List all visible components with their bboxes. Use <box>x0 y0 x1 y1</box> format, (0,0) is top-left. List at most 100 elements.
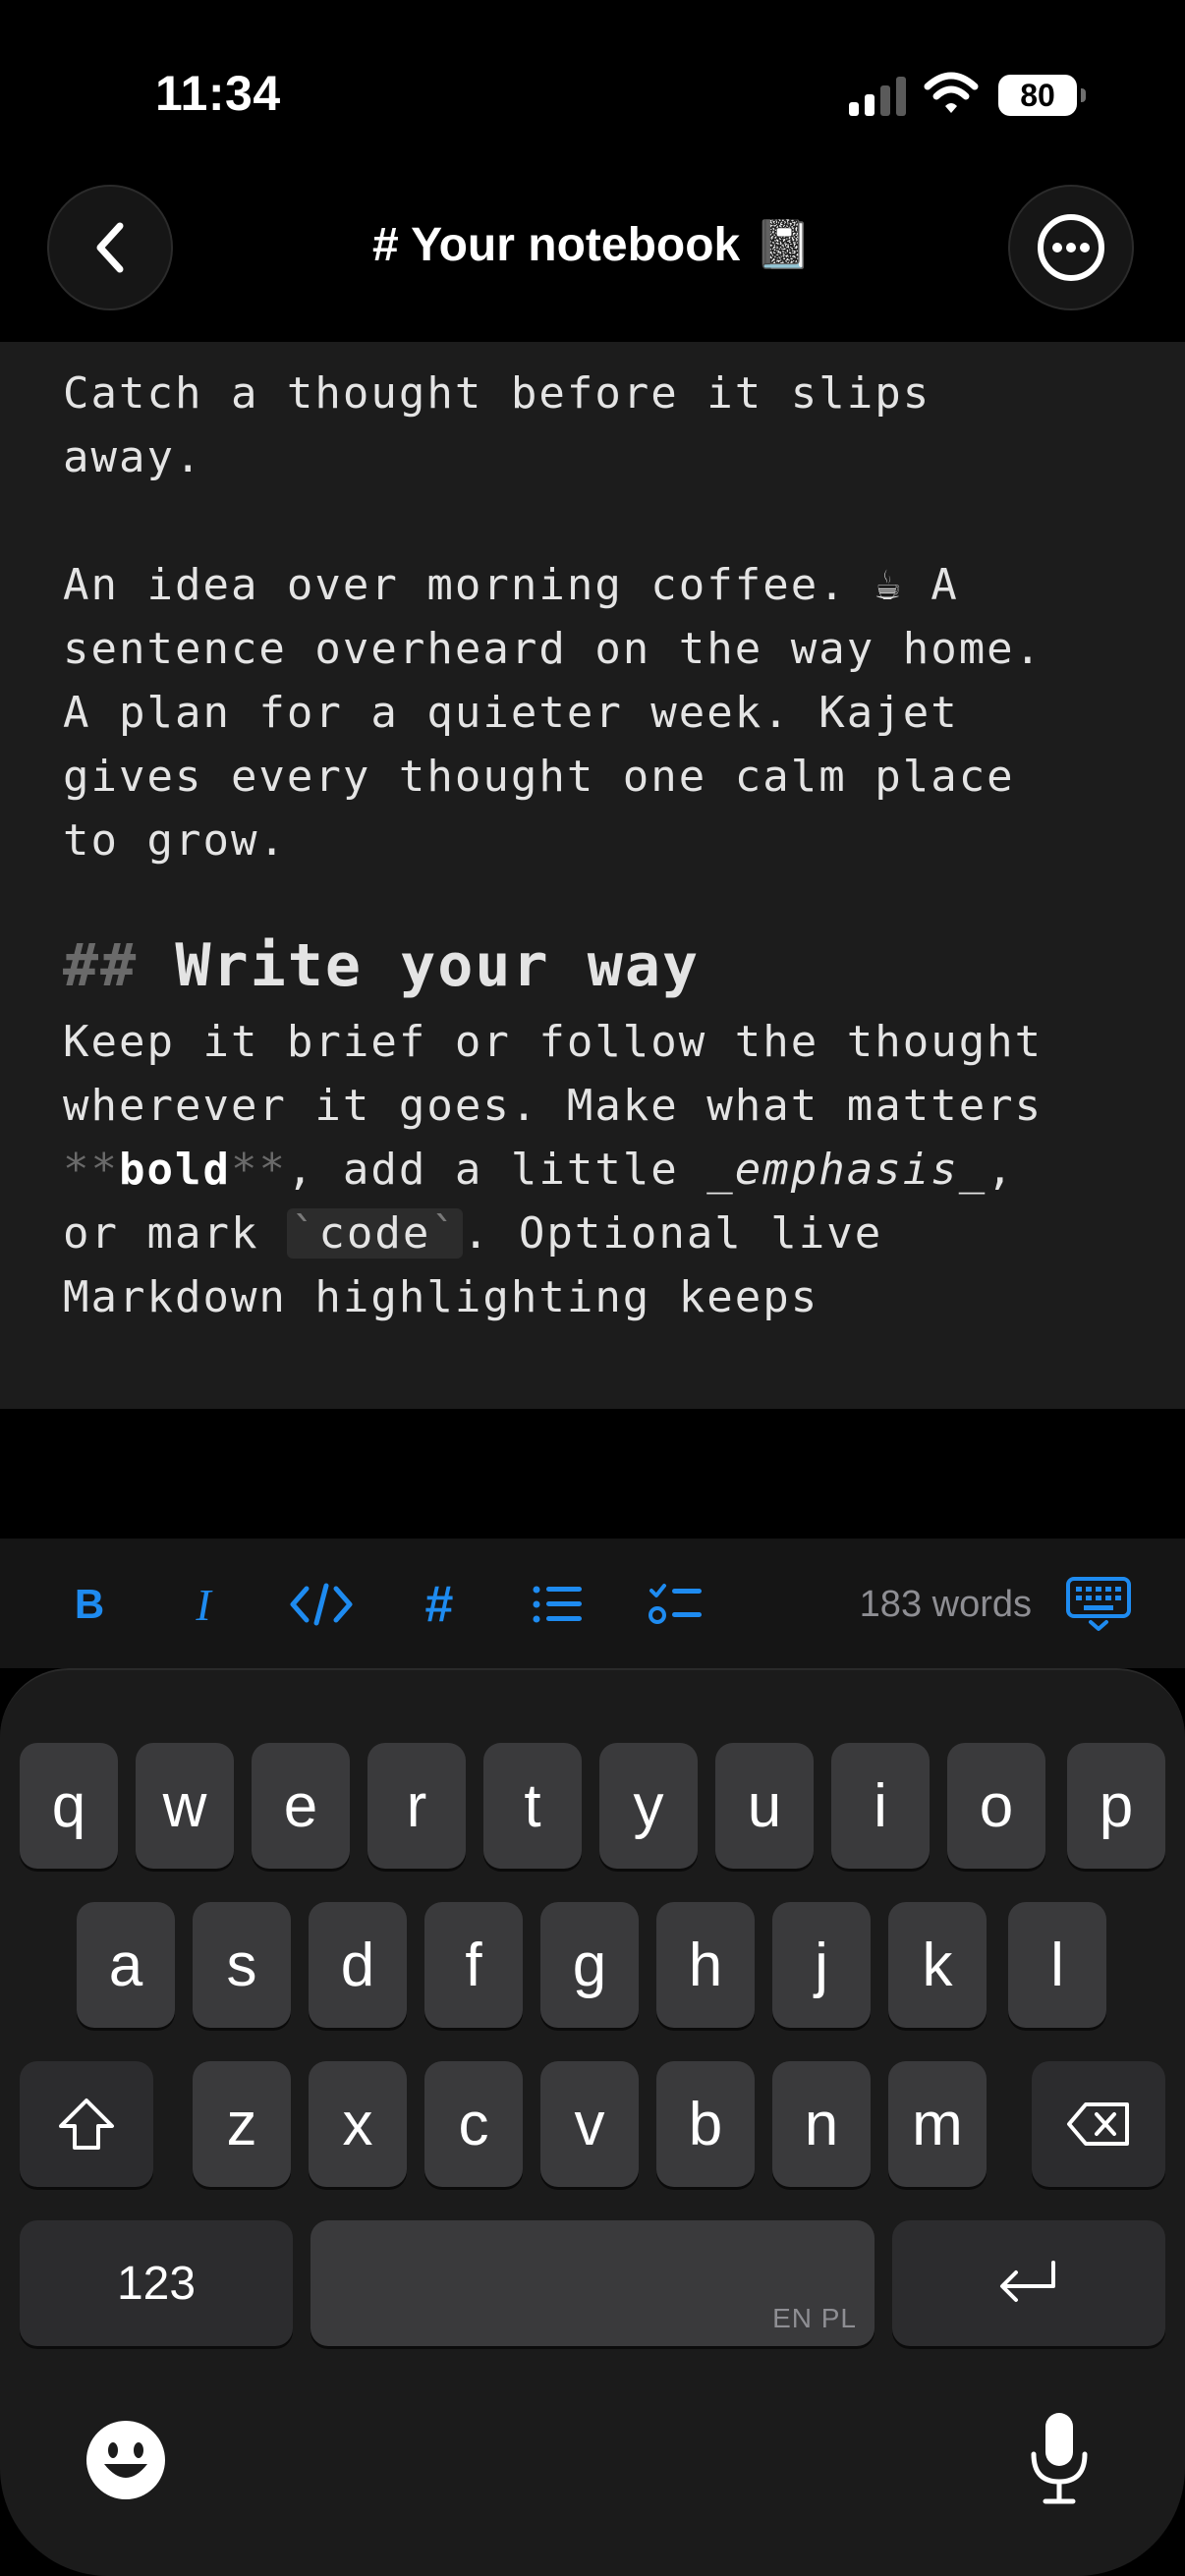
language-label: EN PL <box>772 2303 857 2333</box>
text-line: An idea over morning coffee. ☕ A <box>63 560 959 610</box>
back-button[interactable] <box>47 185 173 310</box>
code-icon <box>290 1583 353 1626</box>
bold-button[interactable]: B <box>55 1570 124 1639</box>
key-h[interactable]: h <box>656 1902 755 2028</box>
delete-key[interactable] <box>1032 2061 1165 2187</box>
key-y[interactable]: y <box>599 1743 698 1869</box>
return-key[interactable] <box>892 2220 1165 2346</box>
chevron-left-icon <box>96 222 124 273</box>
shift-key[interactable] <box>20 2061 153 2187</box>
bold-marker: ** <box>63 1145 119 1195</box>
italic-button[interactable]: I <box>169 1570 238 1639</box>
key-z[interactable]: z <box>193 2061 291 2187</box>
key-m[interactable]: m <box>888 2061 987 2187</box>
nav-header: # Your notebook 📓 <box>0 177 1185 342</box>
key-e[interactable]: e <box>252 1743 350 1869</box>
text-line: Markdown highlighting keeps <box>63 1272 819 1322</box>
battery-level: 80 <box>1020 77 1055 113</box>
key-d[interactable]: d <box>309 1902 407 2028</box>
key-n[interactable]: n <box>772 2061 871 2187</box>
editor-content[interactable]: Catch a thought before it slips away. An… <box>63 362 1154 1329</box>
heading-text: Write your way <box>175 931 701 1000</box>
key-c[interactable]: c <box>424 2061 523 2187</box>
divider-strip <box>0 1409 1185 1539</box>
key-v[interactable]: v <box>540 2061 639 2187</box>
battery-indicator: 80 <box>998 75 1086 116</box>
bold-word: bold <box>118 1145 231 1195</box>
emoji-icon <box>86 2421 165 2499</box>
return-icon <box>1000 2261 1055 2302</box>
microphone-icon <box>1031 2413 1088 2504</box>
text-span: or mark <box>63 1208 287 1259</box>
key-u[interactable]: u <box>715 1743 814 1869</box>
emphasis-marker: _ <box>958 1145 988 1195</box>
text-span: , <box>987 1145 1015 1195</box>
numbers-key[interactable]: 123 <box>20 2220 293 2346</box>
text-line: Keep it brief or follow the thought <box>63 1017 1044 1067</box>
status-time: 11:34 <box>155 66 281 121</box>
code-button[interactable] <box>287 1570 356 1639</box>
text-line: Catch a thought before it slips <box>63 368 931 419</box>
note-editor[interactable]: Catch a thought before it slips away. An… <box>0 342 1185 1409</box>
page-title: # Your notebook 📓 <box>246 216 939 272</box>
key-b[interactable]: b <box>656 2061 755 2187</box>
section-heading: ## Write your way <box>63 922 1154 1010</box>
emphasis-word: emphasis <box>734 1145 959 1195</box>
key-q[interactable]: q <box>20 1743 118 1869</box>
shift-icon <box>59 2099 114 2150</box>
hash-icon: # <box>424 1576 454 1633</box>
key-r[interactable]: r <box>367 1743 466 1869</box>
space-bar[interactable]: EN PL <box>310 2220 875 2346</box>
key-o[interactable]: o <box>947 1743 1045 1869</box>
text-line: to grow. <box>63 815 287 866</box>
key-x[interactable]: x <box>309 2061 407 2187</box>
text-span: . Optional live <box>462 1208 883 1259</box>
dictation-button[interactable] <box>1012 2409 1106 2507</box>
code-word: code <box>318 1208 431 1259</box>
code-tick: ` <box>430 1208 459 1259</box>
text-line: **bold**, add a little _emphasis_, <box>63 1138 1154 1202</box>
bullet-list-icon <box>533 1586 582 1623</box>
bold-icon: B <box>74 1581 105 1627</box>
heading-marker: ## <box>63 931 139 1000</box>
wifi-icon <box>924 72 979 113</box>
keyboard-dismiss-icon <box>1066 1577 1131 1631</box>
checklist-button[interactable] <box>641 1570 709 1639</box>
emphasis-marker: _ <box>706 1145 735 1195</box>
bullet-list-button[interactable] <box>523 1570 592 1639</box>
key-i[interactable]: i <box>831 1743 930 1869</box>
notebook-icon: 📓 <box>754 219 813 271</box>
text-line: or mark `code`. Optional live <box>63 1202 1154 1265</box>
heading-button[interactable]: # <box>405 1570 474 1639</box>
text-line: gives every thought one calm place <box>63 752 1015 802</box>
key-g[interactable]: g <box>540 1902 639 2028</box>
key-k[interactable]: k <box>888 1902 987 2028</box>
key-l[interactable]: l <box>1008 1902 1106 2028</box>
key-a[interactable]: a <box>77 1902 175 2028</box>
dismiss-keyboard-button[interactable] <box>1061 1570 1136 1639</box>
text-span: , add a little <box>286 1145 707 1195</box>
status-bar: 11:34 80 <box>0 0 1185 177</box>
cellular-signal-icon <box>849 77 906 116</box>
inline-code: `code` <box>286 1208 463 1259</box>
word-count: 183 words <box>859 1584 1032 1625</box>
text-line: away. <box>63 432 203 482</box>
italic-icon: I <box>196 1579 211 1630</box>
ellipsis-circle-icon <box>1038 214 1104 281</box>
format-toolbar: B I # 183 words <box>0 1539 1185 1668</box>
backspace-icon <box>1067 2102 1129 2146</box>
key-p[interactable]: p <box>1067 1743 1165 1869</box>
key-f[interactable]: f <box>424 1902 523 2028</box>
key-j[interactable]: j <box>772 1902 871 2028</box>
code-tick: ` <box>290 1208 319 1259</box>
more-options-button[interactable] <box>1008 185 1134 310</box>
page-title-text: # Your notebook <box>371 219 741 271</box>
bold-marker: ** <box>230 1145 287 1195</box>
key-t[interactable]: t <box>483 1743 582 1869</box>
key-w[interactable]: w <box>136 1743 234 1869</box>
emoji-button[interactable] <box>81 2415 171 2505</box>
text-line: A plan for a quieter week. Kajet <box>63 688 959 738</box>
text-line: sentence overheard on the way home. <box>63 624 1044 674</box>
keyboard: q w e r t y u i o p a s d f g h j k l z … <box>0 1668 1185 2576</box>
key-s[interactable]: s <box>193 1902 291 2028</box>
